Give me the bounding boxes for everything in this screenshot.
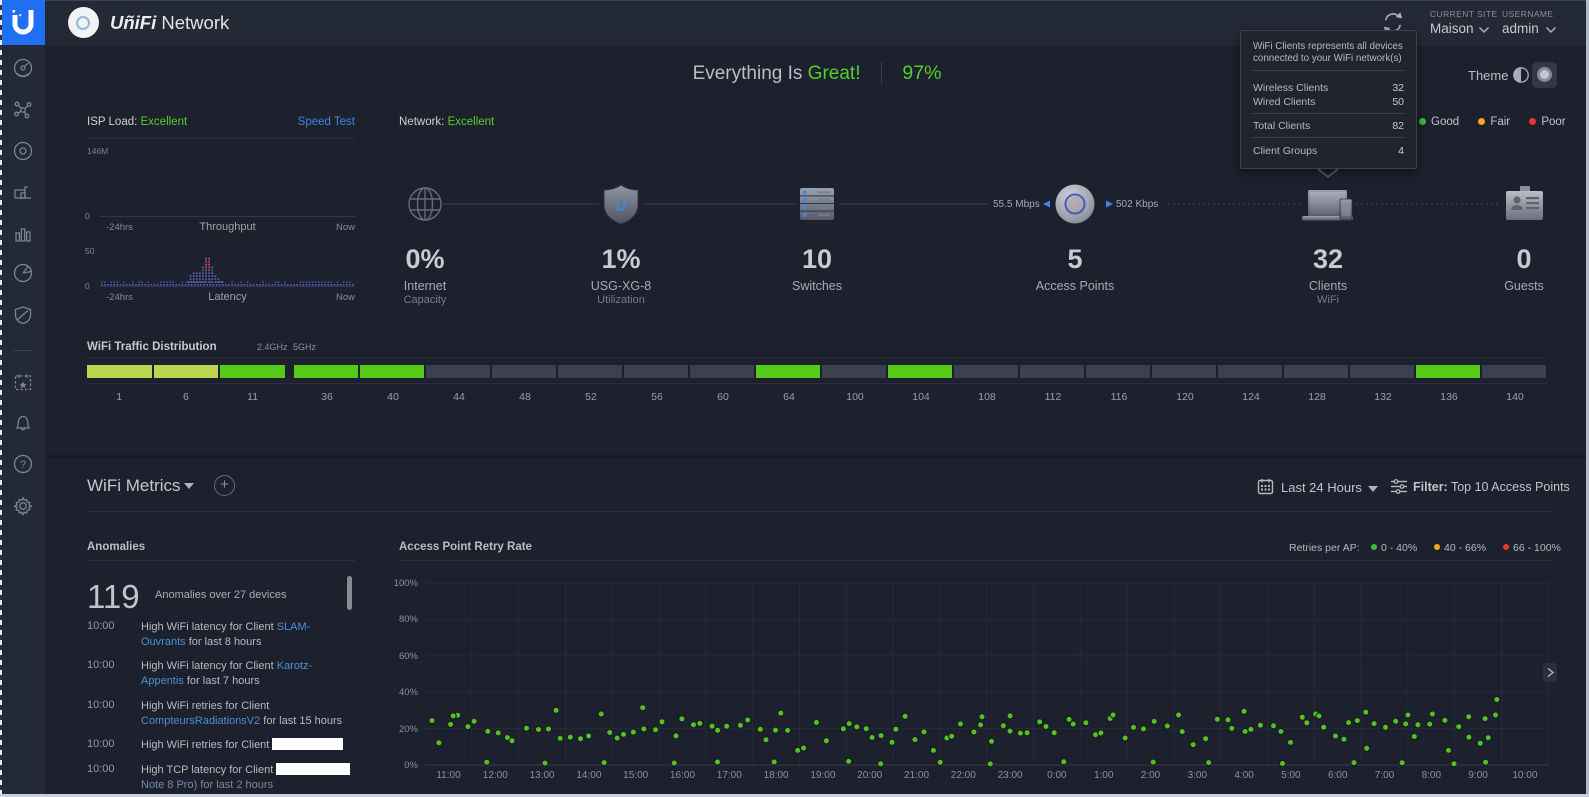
- svg-text:U: U: [616, 198, 626, 214]
